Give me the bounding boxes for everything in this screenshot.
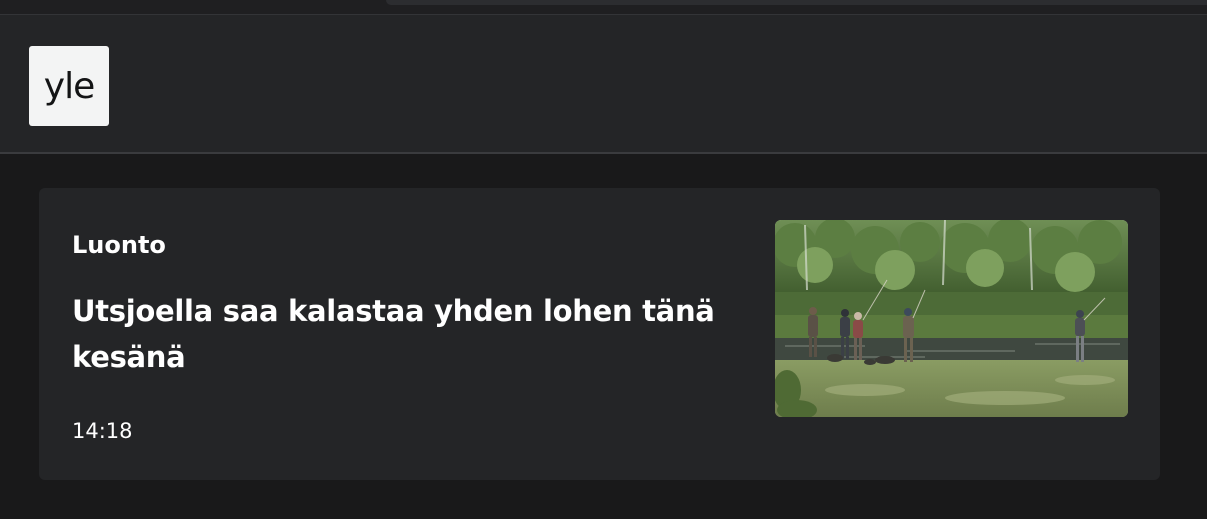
article-headline[interactable]: Utsjoella saa kalastaa yhden lohen tänä … [72, 288, 752, 380]
address-bar-edge[interactable] [386, 0, 1207, 5]
riverside-fishing-image [775, 220, 1128, 417]
yle-logo[interactable]: yle [29, 46, 109, 126]
article-card[interactable]: Luonto Utsjoella saa kalastaa yhden lohe… [39, 188, 1160, 480]
article-image[interactable] [775, 220, 1128, 417]
article-category[interactable]: Luonto [72, 230, 166, 260]
main-content: Luonto Utsjoella saa kalastaa yhden lohe… [0, 154, 1207, 519]
browser-top-strip [0, 0, 1207, 15]
article-time: 14:18 [72, 419, 133, 443]
site-header: yle [0, 15, 1207, 154]
